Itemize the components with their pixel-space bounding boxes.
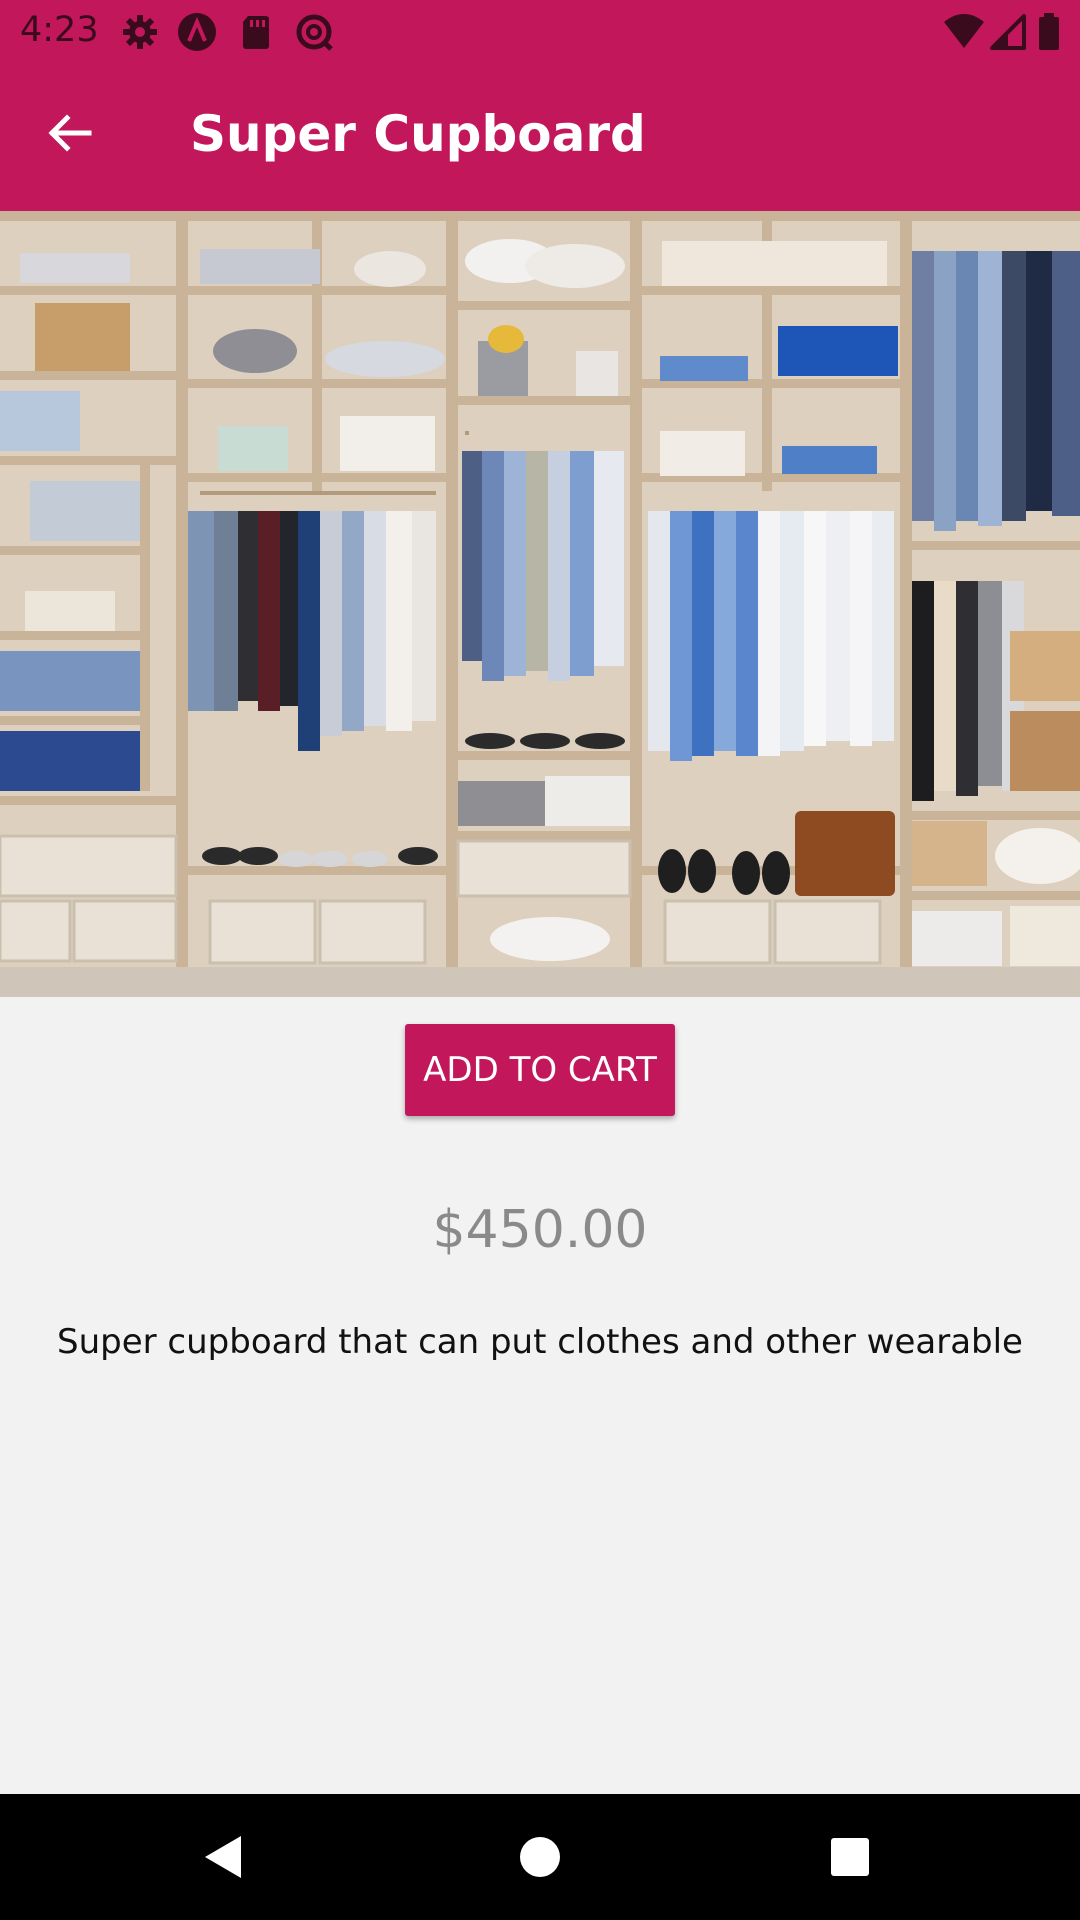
product-price: $450.00 [432,1200,648,1260]
a-badge-icon [177,12,217,52]
app-bar: Super Cupboard [0,63,1080,211]
sd-card-icon [236,12,276,52]
product-description: Super cupboard that can put clothes and … [57,1322,1023,1362]
nav-recents-button[interactable] [820,1827,880,1887]
arrow-left-icon [48,114,92,152]
cell-signal-icon [988,12,1028,52]
settings-icon [120,12,160,52]
system-nav-bar [0,1794,1080,1920]
product-image [0,211,1080,997]
home-circle-icon [520,1837,560,1877]
status-bar: 4:23 [0,0,1080,63]
status-time: 4:23 [20,10,99,50]
nav-home-button[interactable] [510,1827,570,1887]
recents-square-icon [831,1838,869,1876]
page-title: Super Cupboard [190,105,646,163]
wifi-icon [942,12,986,52]
nav-back-button[interactable] [194,1827,254,1887]
add-to-cart-button[interactable]: ADD TO CART [405,1024,675,1116]
sync-icon [294,12,334,52]
back-button[interactable] [30,93,110,173]
battery-icon [1036,12,1062,52]
back-triangle-icon [205,1836,241,1878]
